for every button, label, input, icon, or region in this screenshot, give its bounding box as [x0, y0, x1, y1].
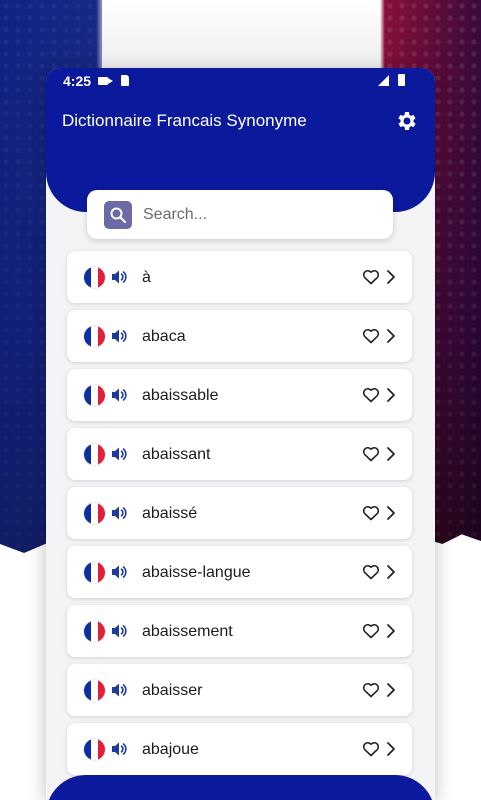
video-camera-icon: [98, 77, 113, 85]
speaker-icon[interactable]: [110, 623, 128, 644]
battery-icon: [398, 74, 405, 86]
chevron-right-icon[interactable]: [385, 387, 397, 408]
speaker-icon[interactable]: [110, 505, 128, 526]
word-label: abaissement: [142, 623, 233, 640]
gear-icon[interactable]: [394, 109, 418, 133]
word-list-item[interactable]: abaissable: [67, 369, 412, 421]
speaker-icon[interactable]: [110, 741, 128, 762]
signal-icon: [378, 75, 389, 86]
sd-card-icon: [121, 75, 129, 86]
word-list-item[interactable]: abaissé: [67, 487, 412, 539]
heart-icon[interactable]: [362, 564, 380, 585]
status-bar: 4:25: [46, 68, 435, 94]
heart-icon[interactable]: [362, 505, 380, 526]
french-flag-icon: [84, 326, 105, 347]
word-list-item[interactable]: abaissement: [67, 605, 412, 657]
bottom-bar: [46, 775, 435, 800]
heart-icon[interactable]: [362, 682, 380, 703]
heart-icon[interactable]: [362, 741, 380, 762]
chevron-right-icon[interactable]: [385, 564, 397, 585]
search-input[interactable]: Search...: [87, 190, 393, 239]
speaker-icon[interactable]: [110, 328, 128, 349]
word-label: abaissant: [142, 446, 211, 463]
chevron-right-icon[interactable]: [385, 446, 397, 467]
speaker-icon[interactable]: [110, 564, 128, 585]
word-list-item[interactable]: abaisser: [67, 664, 412, 716]
speaker-icon[interactable]: [110, 446, 128, 467]
french-flag-icon: [84, 385, 105, 406]
french-flag-icon: [84, 503, 105, 524]
speaker-icon[interactable]: [110, 682, 128, 703]
word-list-item[interactable]: abaca: [67, 310, 412, 362]
word-label: abaisse-langue: [142, 564, 251, 581]
french-flag-icon: [84, 444, 105, 465]
chevron-right-icon[interactable]: [385, 328, 397, 349]
heart-icon[interactable]: [362, 446, 380, 467]
word-list-item[interactable]: abaisse-langue: [67, 546, 412, 598]
word-label: abaisser: [142, 682, 203, 699]
phone-screen: 4:25 Dictionnaire Francais Synonyme Sear…: [46, 68, 435, 800]
chevron-right-icon[interactable]: [385, 269, 397, 290]
french-flag-icon: [84, 621, 105, 642]
word-label: à: [142, 269, 151, 286]
heart-icon[interactable]: [362, 269, 380, 290]
search-placeholder: Search...: [143, 206, 208, 223]
word-label: abajoue: [142, 741, 199, 758]
french-flag-icon: [84, 680, 105, 701]
word-label: abaissé: [142, 505, 198, 522]
chevron-right-icon[interactable]: [385, 682, 397, 703]
french-flag-icon: [84, 739, 105, 760]
word-label: abaca: [142, 328, 186, 345]
chevron-right-icon[interactable]: [385, 741, 397, 762]
chevron-right-icon[interactable]: [385, 623, 397, 644]
chevron-right-icon[interactable]: [385, 505, 397, 526]
speaker-icon[interactable]: [110, 387, 128, 408]
app-title: Dictionnaire Francais Synonyme: [62, 111, 307, 130]
status-time: 4:25: [63, 73, 92, 89]
speaker-icon[interactable]: [110, 269, 128, 290]
heart-icon[interactable]: [362, 328, 380, 349]
french-flag-icon: [84, 562, 105, 583]
word-list-item[interactable]: à: [67, 251, 412, 303]
heart-icon[interactable]: [362, 387, 380, 408]
word-list-item[interactable]: abaissant: [67, 428, 412, 480]
french-flag-icon: [84, 267, 105, 288]
word-list-item[interactable]: abajoue: [67, 723, 412, 775]
heart-icon[interactable]: [362, 623, 380, 644]
search-icon[interactable]: [104, 201, 132, 229]
word-label: abaissable: [142, 387, 219, 404]
